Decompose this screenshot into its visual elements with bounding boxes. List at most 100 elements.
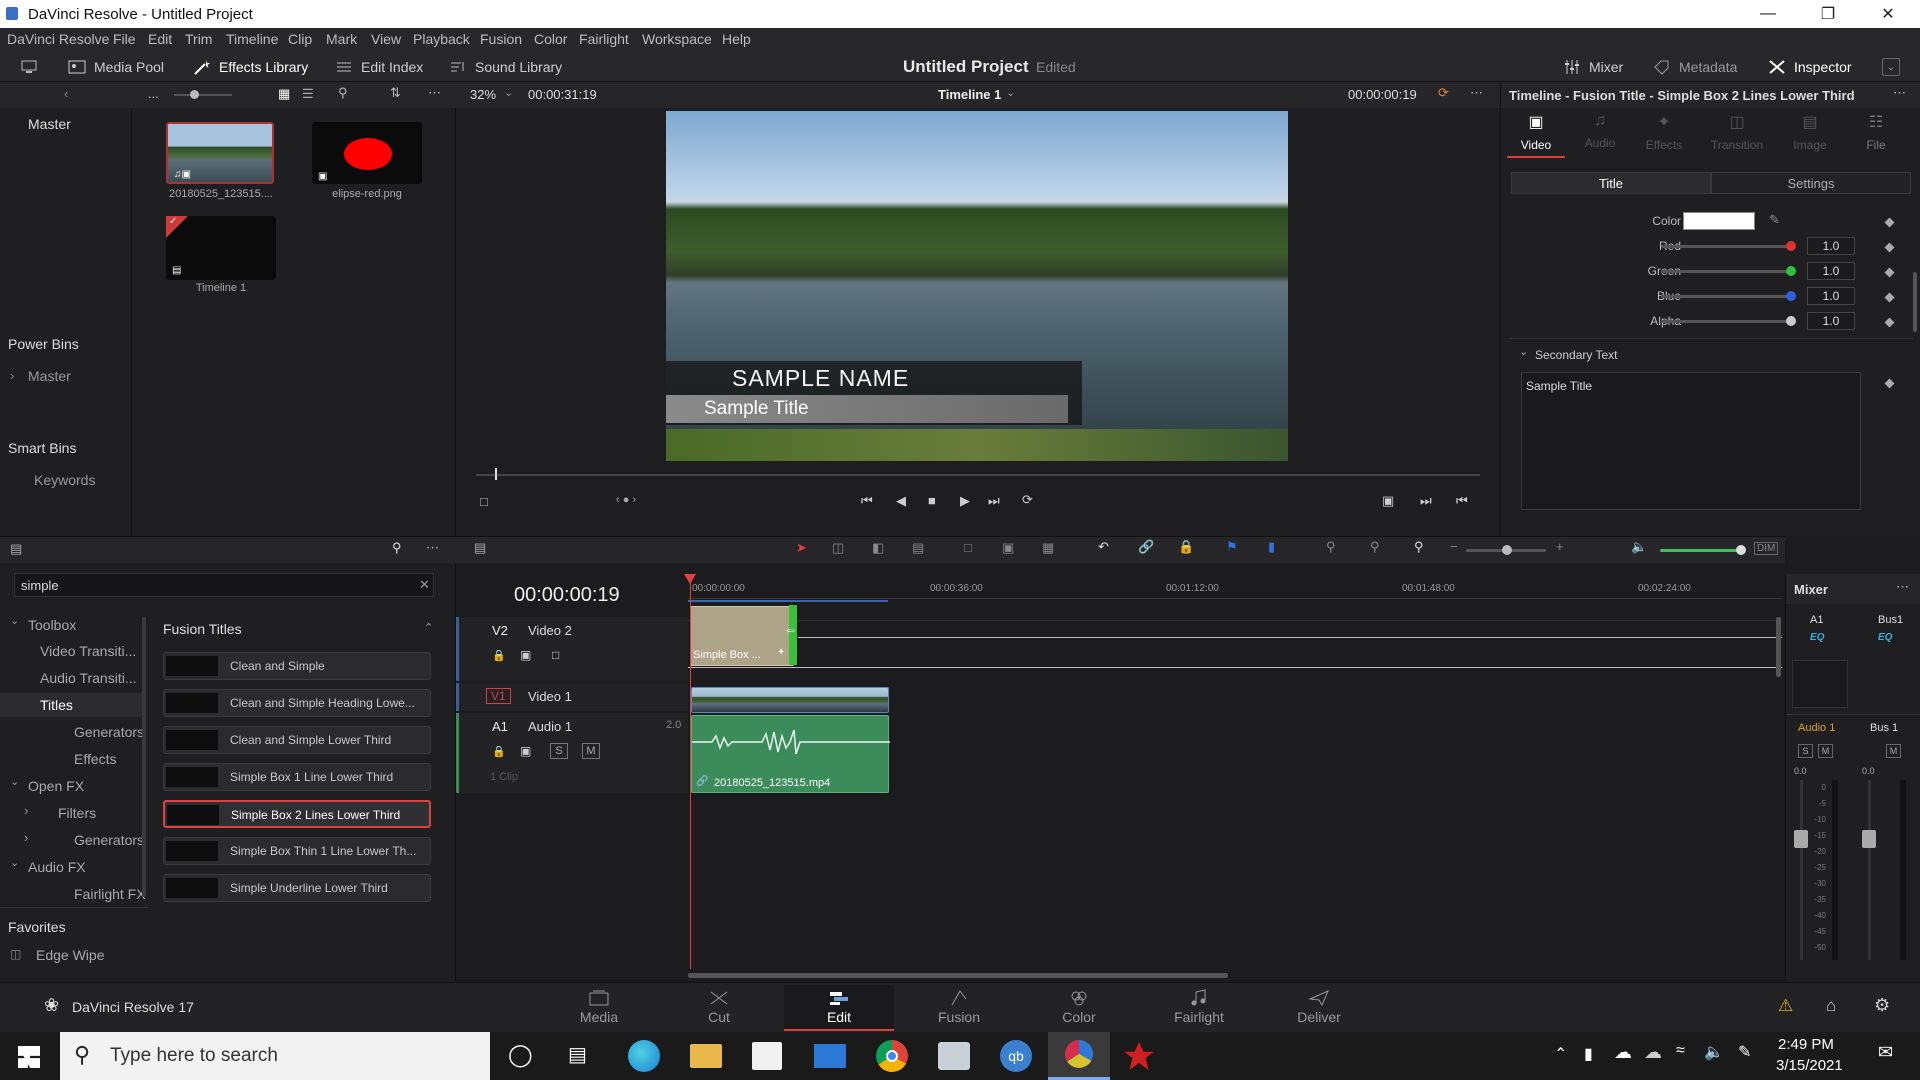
taskbar-search-box[interactable]: ⚲ Type here to search xyxy=(60,1032,490,1080)
qbittorrent-icon[interactable]: qb xyxy=(1000,1040,1032,1072)
sort-icon[interactable]: ⇅ xyxy=(390,85,401,101)
green-slider-track[interactable] xyxy=(1661,270,1791,273)
page-cut[interactable]: Cut xyxy=(664,985,774,1031)
blue-slider-track[interactable] xyxy=(1661,295,1791,298)
volume-icon[interactable]: 🔈 xyxy=(1631,539,1647,555)
home-icon[interactable]: ⌂ xyxy=(1826,996,1836,1016)
fusion-title-item[interactable]: Clean and Simple Lower Third xyxy=(163,726,431,754)
mixer-button[interactable]: Mixer xyxy=(1563,56,1623,78)
more-options-icon[interactable]: ⋯ xyxy=(428,85,441,101)
tree-audio-transitions[interactable]: Audio Transiti... xyxy=(40,670,137,686)
fader-track[interactable] xyxy=(1800,780,1803,960)
timeline-vscrollbar[interactable] xyxy=(1776,617,1781,677)
inspector-tab-image[interactable]: ▤ Image xyxy=(1781,112,1839,158)
red-app-icon[interactable] xyxy=(1124,1042,1154,1070)
page-deliver[interactable]: Deliver xyxy=(1264,985,1374,1031)
battery-icon[interactable]: ▮ xyxy=(1584,1044,1593,1064)
red-slider-knob[interactable] xyxy=(1786,241,1796,251)
jog-control[interactable]: ‹ ● › xyxy=(616,494,636,506)
green-value[interactable]: 1.0 xyxy=(1807,262,1855,280)
tree-effects[interactable]: Effects xyxy=(74,751,117,767)
fader-track[interactable] xyxy=(1868,780,1871,960)
mute-button[interactable]: M xyxy=(582,743,600,759)
keyframe-diamond-icon[interactable] xyxy=(1884,242,1895,253)
windows-start-icon[interactable] xyxy=(18,1046,40,1068)
inspector-tab-effects[interactable]: ✦ Effects xyxy=(1635,112,1693,158)
page-fusion[interactable]: Fusion xyxy=(904,985,1014,1031)
go-to-start-icon[interactable]: ⏮ xyxy=(861,493,873,509)
keyframe-diamond-icon[interactable] xyxy=(1884,292,1895,303)
alpha-value[interactable]: 1.0 xyxy=(1807,312,1855,330)
red-slider-track[interactable] xyxy=(1661,245,1791,248)
match-frame-icon[interactable]: ▣ xyxy=(1382,493,1394,509)
show-hidden-icons[interactable]: ⌃ xyxy=(1554,1044,1567,1064)
menu-file[interactable]: File xyxy=(113,31,136,47)
stop-icon[interactable]: ■ xyxy=(928,493,936,508)
viewer-playhead[interactable] xyxy=(495,468,497,480)
metadata-button[interactable]: Metadata xyxy=(1653,56,1737,78)
list-view-icon[interactable]: ☰ xyxy=(302,86,314,102)
mail-icon[interactable] xyxy=(814,1044,846,1068)
mute-button[interactable]: M xyxy=(1818,744,1833,758)
track-header-v2[interactable]: V2 Video 2 🔒 ▣ □ xyxy=(456,617,688,681)
tree-filters[interactable]: Filters xyxy=(58,805,96,821)
prev-edit-icon[interactable]: ⏮ xyxy=(1456,493,1468,509)
edit-index-button[interactable]: Edit Index xyxy=(335,56,423,78)
snapping-icon[interactable]: ↶ xyxy=(1098,539,1109,555)
blue-slider-knob[interactable] xyxy=(1786,291,1796,301)
collapse-panel-icon[interactable]: ⌄ xyxy=(1882,58,1900,76)
secondary-text-input[interactable]: Sample Title xyxy=(1521,372,1861,510)
replace-clip-icon[interactable]: ▦ xyxy=(1042,540,1054,556)
tree-titles[interactable]: Titles xyxy=(40,697,73,713)
dynamic-trim-icon[interactable]: ◧ xyxy=(872,540,884,556)
clock-date[interactable]: 3/15/2021 xyxy=(1776,1057,1843,1074)
eyedropper-icon[interactable]: ✎ xyxy=(1769,212,1780,228)
volume-slider[interactable] xyxy=(1660,549,1740,552)
fusion-title-clip[interactable]: Simple Box ... ✦ xyxy=(690,606,794,666)
favorite-edge-wipe[interactable]: Edge Wipe xyxy=(36,947,104,963)
fusion-title-item[interactable]: Clean and Simple xyxy=(163,652,431,680)
dim-button[interactable]: DIM xyxy=(1754,542,1779,555)
panel-toggle-icon[interactable]: ▤ xyxy=(10,541,22,557)
keyframe-diamond-icon[interactable] xyxy=(1884,378,1895,389)
sound-library-button[interactable]: Sound Library xyxy=(449,56,562,78)
tree-toolbox[interactable]: Toolbox xyxy=(28,617,76,633)
menu-trim[interactable]: Trim xyxy=(185,31,212,47)
effects-library-button[interactable]: Effects Library xyxy=(193,56,308,78)
marker-icon[interactable]: ▮ xyxy=(1268,539,1275,555)
ellipse-image-thumbnail[interactable]: ▣ xyxy=(312,122,422,184)
chevron-down-icon[interactable]: ⌄ xyxy=(10,614,19,627)
fusion-title-item[interactable]: Simple Underline Lower Third xyxy=(163,874,431,902)
safe-area-icon[interactable]: □ xyxy=(480,494,488,509)
viewer-timeline-name[interactable]: Timeline 1 xyxy=(938,87,1001,102)
eq-button[interactable]: EQ xyxy=(1878,632,1892,643)
chevron-down-icon[interactable]: ⌄ xyxy=(1519,345,1528,358)
fusion-title-item[interactable]: Simple Box Thin 1 Line Lower Th... xyxy=(163,837,431,865)
flag-icon[interactable]: ⚑ xyxy=(1226,539,1238,555)
close-button[interactable]: ✕ xyxy=(1868,2,1908,26)
mixer-options-icon[interactable]: ⋯ xyxy=(1896,579,1909,595)
playhead-handle[interactable] xyxy=(684,574,696,584)
volume-knob[interactable] xyxy=(1736,545,1746,555)
timeline-dropdown-icon[interactable]: ⌄ xyxy=(1006,86,1015,99)
tree-fairlight-fx[interactable]: Fairlight FX xyxy=(74,886,146,902)
play-icon[interactable]: ▶ xyxy=(960,493,970,509)
menu-edit[interactable]: Edit xyxy=(148,31,172,47)
speaker-icon[interactable]: 🔈 xyxy=(1704,1042,1724,1062)
davinci-resolve-taskbar-icon[interactable] xyxy=(1048,1032,1110,1080)
lock-icon[interactable]: 🔒 xyxy=(1178,539,1194,555)
selection-tool-icon[interactable]: ➤ xyxy=(796,540,807,556)
menu-fusion[interactable]: Fusion xyxy=(480,31,522,47)
link-icon[interactable]: 🔗 xyxy=(1138,539,1154,555)
sync-icon[interactable]: ⟳ xyxy=(1438,85,1449,101)
more-options-icon[interactable]: ⋯ xyxy=(426,540,439,556)
eq-button[interactable]: EQ xyxy=(1810,632,1824,643)
minimize-button[interactable]: — xyxy=(1748,2,1788,26)
onedrive-icon[interactable]: ☁ xyxy=(1614,1042,1632,1063)
file-explorer-icon[interactable] xyxy=(690,1044,722,1068)
color-swatch[interactable] xyxy=(1683,212,1755,230)
inspector-tab-video[interactable]: ▣ Video xyxy=(1507,112,1565,158)
grid-view-icon[interactable]: ▦ xyxy=(278,86,290,102)
secondary-text-heading[interactable]: Secondary Text xyxy=(1535,348,1618,362)
fusion-title-item-selected[interactable]: Simple Box 2 Lines Lower Third xyxy=(163,800,431,828)
